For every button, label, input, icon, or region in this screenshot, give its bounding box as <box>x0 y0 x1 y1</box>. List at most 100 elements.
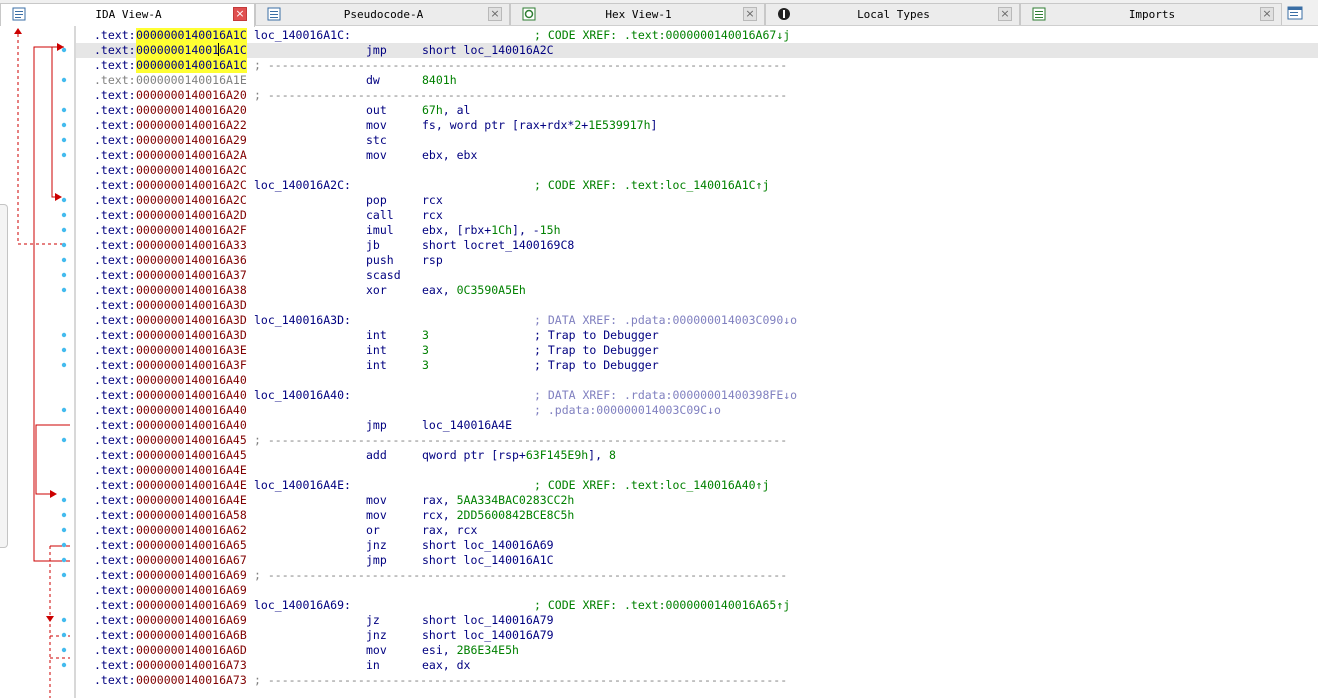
listing-line[interactable]: .text: 0000000140016A2C <box>76 163 1318 178</box>
listing-line[interactable]: .text: 0000000140016A65 jnz short loc_14001… <box>76 538 1318 553</box>
close-icon[interactable]: × <box>743 7 757 21</box>
tab-pseudocode-a[interactable]: Pseudocode-A × <box>255 3 510 25</box>
listing-line[interactable]: .text: 0000000140016A69 ; ----------------… <box>76 568 1318 583</box>
code-label: loc_140016A1C: <box>254 28 351 42</box>
breakpoint-dot[interactable] <box>61 662 67 668</box>
breakpoint-dot[interactable] <box>61 152 67 158</box>
breakpoint-dot[interactable] <box>61 437 67 443</box>
breakpoint-dot[interactable] <box>61 122 67 128</box>
listing-line[interactable]: .text: 0000000140016A2C pop rcx <box>76 193 1318 208</box>
listing-line[interactable]: .text: 0000000140016A69 jz short loc_140016… <box>76 613 1318 628</box>
listing-line[interactable]: .text: 0000000140016A4E <box>76 463 1318 478</box>
breakpoint-dot[interactable] <box>61 212 67 218</box>
segment-name: .text: <box>94 658 136 672</box>
listing-line[interactable]: .text: 0000000140016A6D mov esi, 2B6E34E5h <box>76 643 1318 658</box>
listing-line[interactable]: .text: 0000000140016A62 or rax, rcx <box>76 523 1318 538</box>
breakpoint-dot[interactable] <box>61 107 67 113</box>
breakpoint-dot[interactable] <box>61 572 67 578</box>
breakpoint-dot[interactable] <box>61 47 67 53</box>
breakpoint-dot[interactable] <box>61 527 67 533</box>
breakpoint-dot[interactable] <box>61 347 67 353</box>
close-icon[interactable]: × <box>1260 7 1274 21</box>
listing-line[interactable]: .text: 0000000140016A73 ; ----------------… <box>76 673 1318 688</box>
segment-name: .text: <box>94 433 136 447</box>
breakpoint-dot[interactable] <box>61 332 67 338</box>
line-address: 0000000140016A2C <box>136 178 247 192</box>
segment-name: .text: <box>94 298 136 312</box>
tab-hex-view-1[interactable]: Hex View-1 × <box>510 3 765 25</box>
listing-line[interactable]: .text: 0000000140016A1C ; ----------------… <box>76 58 1318 73</box>
breakpoint-dot[interactable] <box>61 497 67 503</box>
listing-line[interactable]: .text: 0000000140016A45 add qword ptr [rsp+… <box>76 448 1318 463</box>
listing-line[interactable]: .text: 0000000140016A40 jmp loc_140016A4E <box>76 418 1318 433</box>
breakpoint-dot[interactable] <box>61 77 67 83</box>
tab-ida-view-a[interactable]: IDA View-A × <box>0 3 255 27</box>
listing-line[interactable]: .text: 0000000140016A40 ; .pdata:000000014… <box>76 403 1318 418</box>
listing-line[interactable]: .text: 0000000140016A36 push rsp <box>76 253 1318 268</box>
listing-line[interactable]: .text: 0000000140016A20 out 67h, al <box>76 103 1318 118</box>
listing-line[interactable]: .text: 0000000140016A1E dw 8401h <box>76 73 1318 88</box>
breakpoint-dot[interactable] <box>61 287 67 293</box>
breakpoint-dot[interactable] <box>61 542 67 548</box>
breakpoint-dot[interactable] <box>61 647 67 653</box>
listing-line[interactable]: .text: 0000000140016A6B jnz short loc_14001… <box>76 628 1318 643</box>
breakpoint-dot[interactable] <box>61 242 67 248</box>
listing-line[interactable]: .text: 0000000140016A4E loc_140016A4E: ; CO… <box>76 478 1318 493</box>
breakpoint-dot[interactable] <box>61 557 67 563</box>
listing-line[interactable]: .text: 0000000140016A29 stc <box>76 133 1318 148</box>
breakpoint-dot[interactable] <box>61 632 67 638</box>
listing-line[interactable]: .text: 0000000140016A2C loc_140016A2C: ; CO… <box>76 178 1318 193</box>
listing-line[interactable]: .text: 0000000140016A67 jmp short loc_14001… <box>76 553 1318 568</box>
listing-line[interactable]: .text: 0000000140016A3D <box>76 298 1318 313</box>
segment-name: .text: <box>94 463 136 477</box>
listing-line[interactable]: .text: 0000000140016A3F int 3 ; Trap to Debu… <box>76 358 1318 373</box>
close-icon[interactable]: × <box>488 7 502 21</box>
listing-line[interactable]: .text: 0000000140016A33 jb short locret_140… <box>76 238 1318 253</box>
listing-line[interactable]: .text: 0000000140016A69 <box>76 583 1318 598</box>
listing-line[interactable]: .text: 0000000140016A2F imul ebx, [rbx+1Ch]… <box>76 223 1318 238</box>
listing-line[interactable]: .text: 0000000140016A37 scasd <box>76 268 1318 283</box>
breakpoint-dot[interactable] <box>61 617 67 623</box>
instruction-mnemonic: int <box>366 328 387 342</box>
breakpoint-dot[interactable] <box>61 407 67 413</box>
breakpoint-dot[interactable] <box>61 257 67 263</box>
listing-line[interactable]: .text: 0000000140016A58 mov rcx, 2DD5600842… <box>76 508 1318 523</box>
instruction-operands: rcx, 2DD5600842BCE8C5h <box>422 508 575 522</box>
breakpoint-dot[interactable] <box>61 227 67 233</box>
panel-splitter-handle[interactable] <box>0 204 8 548</box>
close-icon[interactable]: × <box>233 7 247 21</box>
line-address: 0000000140016A2F <box>136 223 247 237</box>
breakpoint-dot[interactable] <box>61 197 67 203</box>
close-icon[interactable]: × <box>998 7 1012 21</box>
listing-line[interactable]: .text: 0000000140016A2D call rcx <box>76 208 1318 223</box>
listing-line[interactable]: .text: 0000000140016A69 loc_140016A69: ; CO… <box>76 598 1318 613</box>
breakpoint-dot[interactable] <box>61 272 67 278</box>
listing-line[interactable]: .text: 0000000140016A3D int 3 ; Trap to Debu… <box>76 328 1318 343</box>
listing-line[interactable]: .text: 0000000140016A20 ; ----------------… <box>76 88 1318 103</box>
listing-line[interactable]: .text: 0000000140016A40 loc_140016A40: ; DA… <box>76 388 1318 403</box>
xref-comment: ; DATA XREF: .pdata:000000014003C090↓o <box>534 313 798 327</box>
listing-line[interactable]: .text: 0000000140016A40 <box>76 373 1318 388</box>
listing-line[interactable]: .text: 0000000140016A38 xor eax, 0C3590A5Eh <box>76 283 1318 298</box>
instruction-operands: 3 <box>422 343 429 357</box>
breakpoint-dot[interactable] <box>61 512 67 518</box>
listing-line[interactable]: .text: 0000000140016A4E mov rax, 5AA334BAC0… <box>76 493 1318 508</box>
listing-line[interactable]: .text: 0000000140016A2A mov ebx, ebx <box>76 148 1318 163</box>
tab-local-types[interactable]: Local Types × <box>765 3 1020 25</box>
window-list-icon[interactable] <box>1287 6 1303 20</box>
instruction-mnemonic: jmp <box>366 418 387 432</box>
tab-imports[interactable]: Imports × <box>1020 3 1282 25</box>
disassembly-listing[interactable]: .text: 0000000140016A1C loc_140016A1C:; CO… <box>76 26 1318 698</box>
listing-line[interactable]: .text: 0000000140016A1C jmp short loc_14001… <box>76 43 1318 58</box>
listing-line[interactable]: .text: 0000000140016A3E int 3 ; Trap to Debu… <box>76 343 1318 358</box>
segment-name: .text: <box>94 523 136 537</box>
listing-line[interactable]: .text: 0000000140016A45 ; ----------------… <box>76 433 1318 448</box>
listing-line[interactable]: .text: 0000000140016A3D loc_140016A3D: ; DA… <box>76 313 1318 328</box>
listing-line[interactable]: .text: 0000000140016A73 in eax, dx <box>76 658 1318 673</box>
breakpoint-dot[interactable] <box>61 362 67 368</box>
breakpoint-dot[interactable] <box>61 137 67 143</box>
listing-line[interactable]: .text: 0000000140016A1C loc_140016A1C: ; CO… <box>76 28 1318 43</box>
instruction-mnemonic: mov <box>366 643 387 657</box>
instruction-mnemonic: push <box>366 253 394 267</box>
listing-line[interactable]: .text: 0000000140016A22 mov fs, word ptr [r… <box>76 118 1318 133</box>
